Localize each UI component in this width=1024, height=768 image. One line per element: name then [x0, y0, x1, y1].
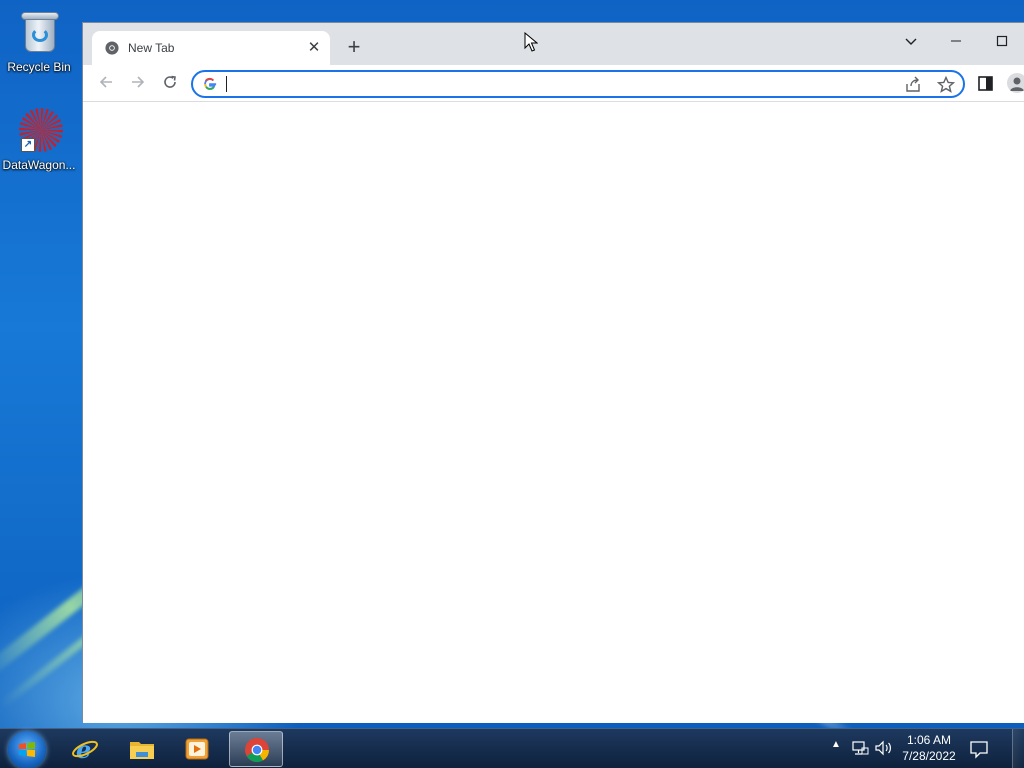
taskbar-app-internet-explorer[interactable]: e	[58, 731, 112, 767]
google-g-icon	[204, 77, 217, 90]
share-icon[interactable]	[903, 75, 923, 95]
desktop-icon-recycle-bin[interactable]: Recycle Bin	[1, 8, 77, 74]
tab-title: New Tab	[128, 41, 175, 55]
minimize-icon	[951, 40, 961, 42]
side-panel-icon[interactable]	[975, 73, 997, 95]
bookmark-star-icon[interactable]	[936, 75, 956, 95]
clock-time: 1:06 AM	[906, 733, 952, 747]
new-tab-button[interactable]: +	[341, 35, 367, 61]
taskbar-app-file-explorer[interactable]	[115, 731, 169, 767]
folder-icon	[130, 742, 154, 759]
desktop-icon-label: Recycle Bin	[7, 60, 71, 74]
tab-search-button[interactable]	[888, 27, 934, 55]
taskbar: e ▲ 1:06 AM 7/28/2022	[0, 728, 1024, 768]
shortcut-arrow-icon: ↗	[21, 138, 35, 152]
tab-new-tab[interactable]: New Tab ✕	[92, 31, 330, 65]
text-caret	[226, 76, 227, 92]
taskbar-app-chrome[interactable]	[229, 731, 283, 767]
clock-date: 7/28/2022	[902, 749, 956, 763]
tab-strip[interactable]: New Tab ✕ +	[83, 23, 1024, 65]
mouse-cursor-icon	[524, 32, 538, 52]
forward-button[interactable]	[123, 67, 153, 97]
chrome-icon	[245, 738, 269, 763]
browser-toolbar	[83, 65, 1024, 101]
person-icon	[1010, 77, 1024, 91]
start-button[interactable]	[8, 731, 46, 768]
network-icon[interactable]	[850, 738, 870, 758]
windows-logo-icon	[19, 742, 35, 757]
media-player-icon	[185, 738, 209, 760]
desktop-icon-label: DataWagon...	[2, 158, 76, 172]
chrome-window: New Tab ✕ +	[82, 22, 1024, 723]
system-clock[interactable]: 1:06 AM 7/28/2022	[896, 732, 962, 764]
chrome-icon	[105, 41, 119, 55]
back-button[interactable]	[91, 67, 121, 97]
address-bar[interactable]	[191, 70, 965, 98]
svg-text:e: e	[76, 736, 91, 762]
maximize-icon	[996, 35, 1008, 47]
desktop-icon-datawagon[interactable]: ↗ DataWagon...	[1, 106, 77, 172]
reload-icon	[164, 75, 176, 88]
datawagon-icon: ↗	[17, 106, 63, 154]
notification-icon[interactable]	[968, 739, 990, 759]
minimize-button[interactable]	[933, 27, 979, 55]
show-desktop-button[interactable]	[1012, 729, 1024, 768]
arrow-left-icon	[99, 76, 112, 88]
taskbar-app-media-player[interactable]	[170, 731, 224, 767]
close-tab-icon[interactable]: ✕	[304, 38, 324, 58]
profile-avatar[interactable]	[1007, 73, 1024, 93]
arrow-right-icon	[132, 76, 145, 88]
recycle-bin-icon	[17, 8, 61, 56]
chevron-down-icon	[905, 38, 917, 45]
page-content[interactable]	[83, 102, 1024, 723]
show-hidden-icons-button[interactable]: ▲	[828, 739, 844, 768]
reload-button[interactable]	[155, 67, 185, 97]
maximize-button[interactable]	[979, 27, 1024, 55]
address-input[interactable]	[223, 75, 883, 93]
volume-icon[interactable]	[874, 738, 894, 758]
internet-explorer-icon: e	[72, 736, 98, 762]
